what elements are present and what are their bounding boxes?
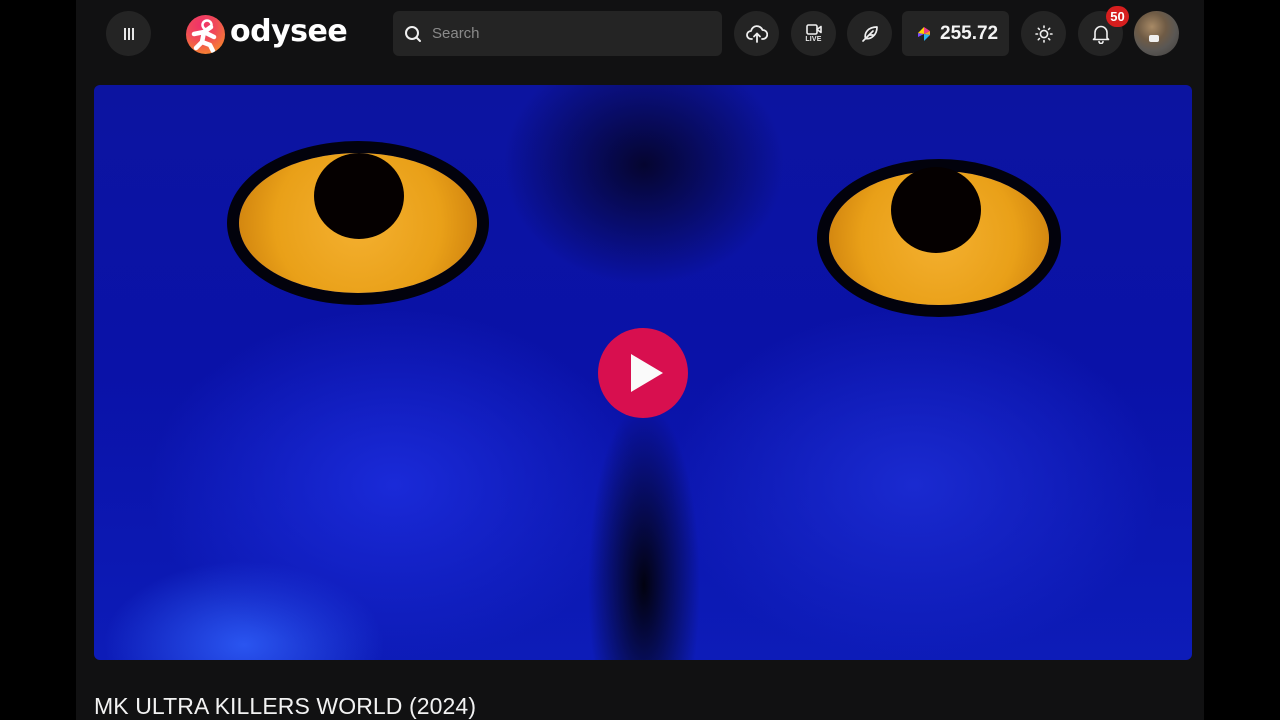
- menu-icon: [123, 27, 134, 40]
- sun-icon: [1034, 24, 1053, 43]
- odysee-logo[interactable]: odysee: [186, 14, 348, 54]
- top-header: odysee LIVE: [76, 0, 1204, 68]
- avatar-image-detail: [1149, 35, 1159, 42]
- owl-left-eye: [239, 153, 477, 293]
- user-avatar[interactable]: [1134, 11, 1179, 56]
- owl-left-pupil: [314, 153, 404, 239]
- menu-button[interactable]: [106, 11, 151, 56]
- wallet-balance-button[interactable]: 255.72: [902, 11, 1009, 56]
- owl-right-pupil: [891, 167, 981, 253]
- feather-icon: [861, 25, 878, 42]
- publish-button[interactable]: [847, 11, 892, 56]
- video-player-thumbnail[interactable]: [94, 85, 1192, 660]
- go-live-button[interactable]: LIVE: [791, 11, 836, 56]
- lbc-credits-icon: [918, 26, 930, 41]
- search-input[interactable]: [432, 25, 702, 42]
- page-container: odysee LIVE: [76, 0, 1204, 720]
- search-bar[interactable]: [393, 11, 722, 56]
- notification-count-badge: 50: [1106, 6, 1129, 27]
- play-icon: [631, 354, 663, 392]
- search-icon: [405, 25, 421, 42]
- cloud-upload-icon: [745, 24, 768, 43]
- bell-icon: [1092, 25, 1109, 44]
- play-button[interactable]: [598, 328, 688, 418]
- video-title: MK ULTRA KILLERS WORLD (2024): [94, 693, 477, 719]
- theme-toggle-button[interactable]: [1021, 11, 1066, 56]
- odysee-logo-icon: [186, 14, 225, 54]
- logo-text: odysee: [230, 14, 348, 49]
- video-camera-icon: [805, 24, 822, 35]
- owl-right-eye: [829, 167, 1049, 305]
- live-label: LIVE: [805, 36, 822, 43]
- upload-button[interactable]: [734, 11, 779, 56]
- credits-amount: 255.72: [940, 22, 999, 44]
